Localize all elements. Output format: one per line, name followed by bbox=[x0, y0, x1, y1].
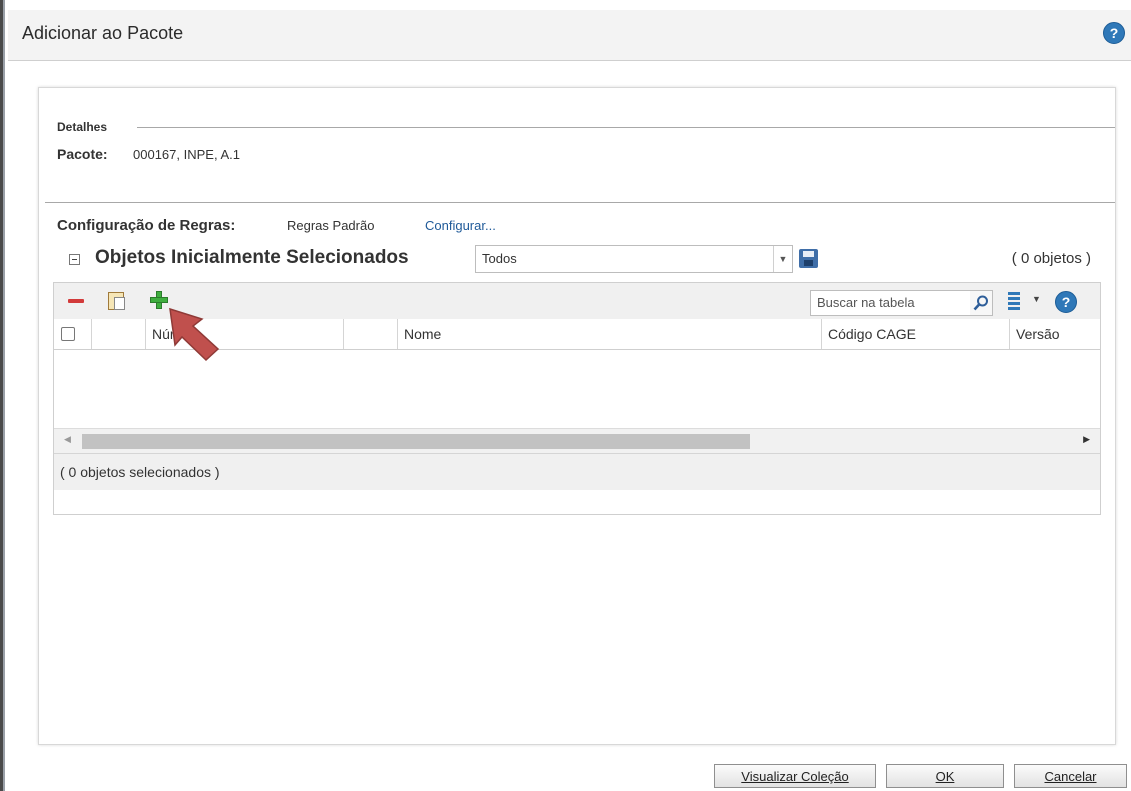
dialog-content-panel: Detalhes Pacote: 000167, INPE, A.1 Confi… bbox=[38, 87, 1116, 745]
details-section-label: Detalhes bbox=[57, 120, 108, 134]
horizontal-scrollbar[interactable]: ◀ ▶ bbox=[54, 428, 1100, 453]
select-all-cell bbox=[54, 319, 92, 349]
column-header-name[interactable]: Nome bbox=[398, 319, 822, 349]
table-help-icon[interactable]: ? bbox=[1055, 291, 1077, 313]
column-header-blank[interactable] bbox=[344, 319, 398, 349]
objects-heading: Objetos Inicialmente Selecionados bbox=[95, 247, 409, 268]
column-header-cage-code[interactable]: Código CAGE bbox=[822, 319, 1010, 349]
select-all-checkbox[interactable] bbox=[61, 327, 75, 341]
column-header-icon[interactable] bbox=[92, 319, 146, 349]
window-left-edge bbox=[0, 0, 8, 791]
configure-rules-link[interactable]: Configurar... bbox=[425, 218, 496, 233]
table-search-input[interactable] bbox=[811, 291, 967, 313]
scroll-left-icon[interactable]: ◀ bbox=[64, 434, 71, 445]
help-icon[interactable]: ? bbox=[1103, 22, 1125, 44]
scrollbar-thumb[interactable] bbox=[82, 434, 750, 449]
table-footer: ( 0 objetos selecionados ) bbox=[54, 453, 1100, 490]
selection-status: ( 0 objetos selecionados ) bbox=[60, 464, 220, 480]
filter-selected-value: Todos bbox=[482, 251, 517, 266]
ok-button[interactable]: OK bbox=[886, 764, 1004, 788]
save-icon[interactable] bbox=[799, 249, 818, 268]
cancel-button[interactable]: Cancelar bbox=[1014, 764, 1127, 788]
collapse-toggle-icon[interactable] bbox=[69, 254, 80, 265]
view-collection-button[interactable]: Visualizar Coleção bbox=[714, 764, 876, 788]
package-label: Pacote: bbox=[57, 146, 108, 162]
details-divider bbox=[137, 127, 1115, 128]
annotation-arrow-icon bbox=[169, 307, 220, 362]
remove-icon[interactable] bbox=[68, 299, 84, 303]
rules-value: Regras Padrão bbox=[287, 218, 375, 233]
section-divider bbox=[45, 202, 1115, 203]
table-search[interactable] bbox=[810, 290, 972, 316]
rules-label: Configuração de Regras: bbox=[57, 217, 236, 234]
dialog-titlebar: Adicionar ao Pacote ? bbox=[8, 10, 1131, 61]
dialog-title: Adicionar ao Pacote bbox=[22, 23, 184, 43]
paste-icon[interactable] bbox=[108, 292, 125, 310]
objects-filter-select[interactable]: Todos ▼ bbox=[475, 245, 793, 273]
chevron-down-icon[interactable]: ▼ bbox=[773, 246, 792, 272]
package-value: 000167, INPE, A.1 bbox=[133, 147, 240, 162]
scroll-right-icon[interactable]: ▶ bbox=[1083, 434, 1090, 445]
column-header-version[interactable]: Versão bbox=[1010, 319, 1100, 349]
objects-count: ( 0 objetos ) bbox=[1011, 250, 1091, 267]
chevron-down-icon[interactable]: ▼ bbox=[1032, 294, 1041, 304]
search-icon[interactable] bbox=[970, 290, 993, 316]
columns-icon[interactable] bbox=[1008, 292, 1020, 310]
